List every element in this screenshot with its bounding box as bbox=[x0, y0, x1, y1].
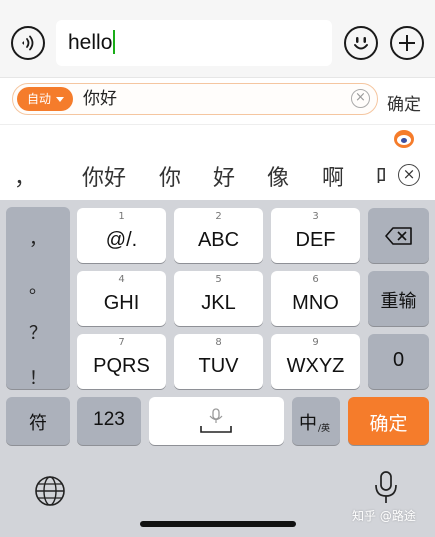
key-label: MNO bbox=[292, 292, 339, 314]
language-toggle-button[interactable]: 中 /英 bbox=[292, 397, 340, 445]
candidate-item[interactable]: 叩 bbox=[376, 160, 386, 192]
key-number: 2 bbox=[215, 211, 222, 222]
clear-composition-icon[interactable]: × bbox=[351, 89, 370, 108]
lang-sub-label: /英 bbox=[318, 424, 331, 434]
key-3[interactable]: 3 DEF bbox=[271, 208, 360, 263]
divider bbox=[0, 124, 435, 125]
text-caret bbox=[113, 30, 116, 54]
key-0[interactable]: 0 bbox=[368, 334, 429, 389]
candidate-item[interactable]: ， bbox=[14, 160, 36, 192]
ime-candidate-panel: 自动 你好 × 确定 ， 你好 你 好 像 啊 叩 × bbox=[0, 78, 435, 200]
numbers-button[interactable]: 123 bbox=[77, 397, 141, 445]
symbol-button[interactable]: 符 bbox=[6, 397, 70, 445]
key-label: ABC bbox=[197, 229, 240, 251]
key-number: 3 bbox=[312, 211, 319, 222]
ime-mascot-icon[interactable] bbox=[394, 130, 414, 148]
key-number: 6 bbox=[312, 274, 319, 285]
retype-button[interactable]: 重输 bbox=[368, 271, 429, 326]
punctuation-key[interactable]: ！ bbox=[6, 364, 70, 390]
key-number: 9 bbox=[312, 337, 319, 348]
lang-main-label: 中 bbox=[299, 413, 317, 434]
key-label: TUV bbox=[198, 355, 239, 377]
key-7[interactable]: 7 PQRS bbox=[77, 334, 166, 389]
message-input[interactable]: hello bbox=[56, 20, 332, 66]
mic-space-icon bbox=[200, 408, 232, 433]
plus-icon[interactable] bbox=[390, 26, 424, 60]
backspace-icon bbox=[385, 227, 412, 245]
key-label: 确定 bbox=[369, 413, 408, 435]
close-candidates-icon[interactable]: × bbox=[398, 164, 420, 186]
key-8[interactable]: 8 TUV bbox=[174, 334, 263, 389]
candidate-item[interactable]: 你 bbox=[159, 160, 181, 192]
dropdown-triangle-icon bbox=[56, 97, 64, 102]
message-input-value: hello bbox=[68, 31, 113, 54]
confirm-button[interactable]: 确定 bbox=[348, 397, 429, 445]
key-number: 7 bbox=[118, 337, 125, 348]
composition-confirm-button[interactable]: 确定 bbox=[387, 90, 421, 115]
composition-text: 你好 bbox=[83, 89, 117, 109]
key-label: @/. bbox=[105, 229, 138, 251]
key-number: 5 bbox=[215, 274, 222, 285]
key-label: 符 bbox=[29, 413, 47, 434]
key-label: JKL bbox=[201, 292, 236, 314]
key-number: 4 bbox=[118, 274, 125, 285]
candidate-item[interactable]: 啊 bbox=[322, 160, 344, 192]
key-4[interactable]: 4 GHI bbox=[77, 271, 166, 326]
punctuation-column[interactable]: ， 。 ？ ！ bbox=[6, 207, 70, 389]
candidate-list: ， 你好 你 好 像 啊 叩 × bbox=[0, 156, 435, 196]
key-number: 1 bbox=[118, 211, 125, 222]
watermark: 知乎 @路途 bbox=[352, 509, 416, 523]
key-number: 8 bbox=[215, 337, 222, 348]
key-label: 重输 bbox=[380, 291, 417, 312]
key-1[interactable]: 1 @/. bbox=[77, 208, 166, 263]
voice-wave-icon[interactable] bbox=[11, 26, 45, 60]
delete-button[interactable] bbox=[368, 208, 429, 263]
key-label: GHI bbox=[103, 292, 140, 314]
key-5[interactable]: 5 JKL bbox=[174, 271, 263, 326]
ime-mode-badge[interactable]: 自动 bbox=[17, 87, 73, 111]
key-label: WXYZ bbox=[286, 355, 345, 377]
composition-bar[interactable]: 自动 你好 × bbox=[12, 83, 378, 115]
compose-bar: hello bbox=[0, 0, 435, 78]
candidate-item[interactable]: 你好 bbox=[82, 160, 126, 192]
candidate-item[interactable]: 像 bbox=[267, 160, 289, 192]
key-9[interactable]: 9 WXYZ bbox=[271, 334, 360, 389]
space-button[interactable] bbox=[149, 397, 284, 445]
key-label: 123 bbox=[93, 409, 125, 430]
microphone-icon[interactable] bbox=[374, 470, 398, 506]
key-label: PQRS bbox=[93, 355, 150, 377]
key-label: DEF bbox=[295, 229, 336, 251]
globe-icon[interactable] bbox=[34, 475, 66, 507]
punctuation-key[interactable]: ？ bbox=[6, 319, 70, 345]
punctuation-key[interactable]: ， bbox=[6, 225, 70, 251]
home-indicator[interactable] bbox=[140, 521, 296, 527]
t9-keyboard: ， 。 ？ ！ 1 @/. 2 ABC 3 DEF 4 GHI 5 JKL 6 … bbox=[0, 200, 435, 537]
key-label: 0 bbox=[392, 349, 405, 371]
ime-mode-label: 自动 bbox=[27, 92, 52, 106]
key-6[interactable]: 6 MNO bbox=[271, 271, 360, 326]
punctuation-key[interactable]: 。 bbox=[6, 273, 70, 299]
key-2[interactable]: 2 ABC bbox=[174, 208, 263, 263]
smiley-icon[interactable] bbox=[344, 26, 378, 60]
candidate-item[interactable]: 好 bbox=[213, 160, 235, 192]
